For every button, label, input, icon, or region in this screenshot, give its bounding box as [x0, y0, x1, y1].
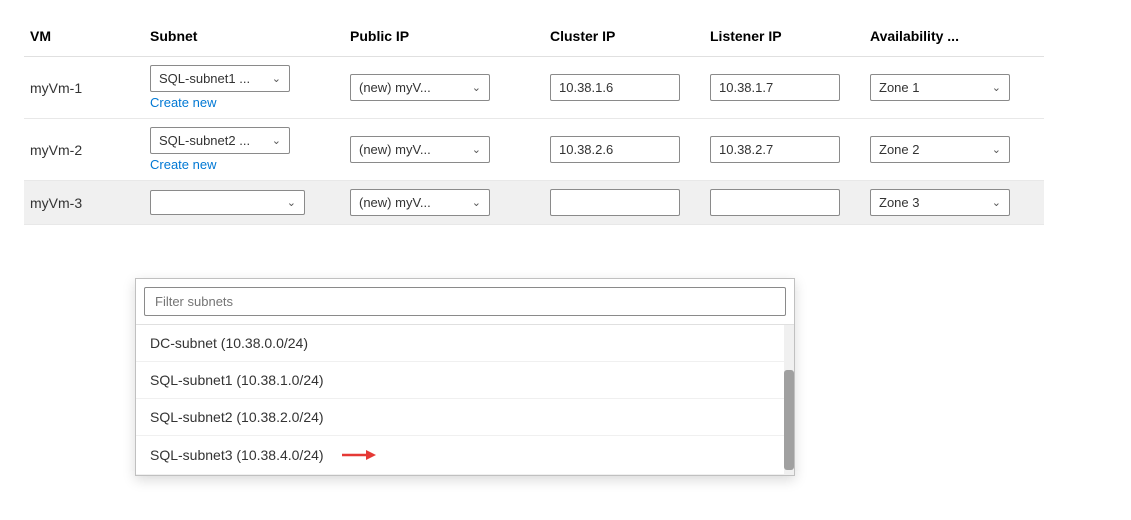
- chevron-down-icon: ⌄: [472, 81, 481, 94]
- col-listener-ip: Listener IP: [704, 20, 864, 57]
- scrollbar-track: [784, 325, 794, 475]
- vm-name-cell-2: myVm-2: [24, 119, 144, 181]
- availability-value-1: Zone 1: [879, 80, 919, 95]
- subnet-option-3[interactable]: SQL-subnet3 (10.38.4.0/24): [136, 436, 794, 475]
- subnet-dropdown-2[interactable]: SQL-subnet2 ... ⌄: [150, 127, 290, 154]
- cluster-ip-input-3[interactable]: [550, 189, 680, 216]
- chevron-down-icon: ⌄: [272, 72, 281, 85]
- public-ip-dropdown-1[interactable]: (new) myV... ⌄: [350, 74, 490, 101]
- availability-cell-1: Zone 1 ⌄: [864, 57, 1044, 119]
- cluster-ip-cell-1: [544, 57, 704, 119]
- subnet-cell-1: SQL-subnet1 ... ⌄ Create new: [144, 57, 344, 119]
- availability-cell-2: Zone 2 ⌄: [864, 119, 1044, 181]
- availability-value-3: Zone 3: [879, 195, 919, 210]
- filter-subnets-input[interactable]: [144, 287, 786, 316]
- create-new-link-2[interactable]: Create new: [150, 157, 290, 172]
- subnet-dropdown-1[interactable]: SQL-subnet1 ... ⌄: [150, 65, 290, 92]
- chevron-down-icon: ⌄: [992, 143, 1001, 156]
- subnet-wrap-2: SQL-subnet2 ... ⌄ Create new: [150, 127, 290, 172]
- vm-name-cell-1: myVm-1: [24, 57, 144, 119]
- availability-dropdown-1[interactable]: Zone 1 ⌄: [870, 74, 1010, 101]
- col-vm: VM: [24, 20, 144, 57]
- col-subnet: Subnet: [144, 20, 344, 57]
- table-header-row: VM Subnet Public IP Cluster IP Listener …: [24, 20, 1107, 57]
- availability-cell-3: Zone 3 ⌄: [864, 181, 1044, 225]
- subnet-option-0[interactable]: DC-subnet (10.38.0.0/24): [136, 325, 794, 362]
- listener-ip-input-1[interactable]: [710, 74, 840, 101]
- listener-ip-cell-1: [704, 57, 864, 119]
- subnet-dropdown-3[interactable]: ⌄: [150, 190, 305, 215]
- chevron-down-icon: ⌄: [287, 196, 296, 209]
- availability-dropdown-2[interactable]: Zone 2 ⌄: [870, 136, 1010, 163]
- listener-ip-cell-2: [704, 119, 864, 181]
- availability-dropdown-3[interactable]: Zone 3 ⌄: [870, 189, 1010, 216]
- public-ip-dropdown-2[interactable]: (new) myV... ⌄: [350, 136, 490, 163]
- listener-ip-cell-3: [704, 181, 864, 225]
- table-row-active: myVm-3 ⌄ (new) myV... ⌄ Zone 3 ⌄: [24, 181, 1107, 225]
- chevron-down-icon: ⌄: [272, 134, 281, 147]
- public-ip-dropdown-3[interactable]: (new) myV... ⌄: [350, 189, 490, 216]
- public-ip-cell-2: (new) myV... ⌄: [344, 119, 544, 181]
- cluster-ip-input-1[interactable]: [550, 74, 680, 101]
- chevron-down-icon: ⌄: [992, 196, 1001, 209]
- subnet-dropdown-overlay: DC-subnet (10.38.0.0/24) SQL-subnet1 (10…: [135, 278, 795, 476]
- scrollbar-thumb[interactable]: [784, 370, 794, 470]
- vm-configuration-table: VM Subnet Public IP Cluster IP Listener …: [0, 0, 1131, 520]
- chevron-down-icon: ⌄: [472, 143, 481, 156]
- chevron-down-icon: ⌄: [472, 196, 481, 209]
- public-ip-value-2: (new) myV...: [359, 142, 431, 157]
- public-ip-wrap-1: (new) myV... ⌄: [350, 74, 490, 101]
- subnet-value-1: SQL-subnet1 ...: [159, 71, 250, 86]
- public-ip-cell-3: (new) myV... ⌄: [344, 181, 544, 225]
- cluster-ip-cell-3: [544, 181, 704, 225]
- dropdown-list: DC-subnet (10.38.0.0/24) SQL-subnet1 (10…: [136, 325, 794, 475]
- vm-label-1: myVm-1: [30, 80, 82, 96]
- subnet-option-2[interactable]: SQL-subnet2 (10.38.2.0/24): [136, 399, 794, 436]
- vm-label-3: myVm-3: [30, 195, 82, 211]
- cluster-ip-input-2[interactable]: [550, 136, 680, 163]
- filter-wrap: [136, 279, 794, 325]
- subnet-cell-3: ⌄: [144, 181, 344, 225]
- public-ip-value-3: (new) myV...: [359, 195, 431, 210]
- table-row: myVm-2 SQL-subnet2 ... ⌄ Create new (new…: [24, 119, 1107, 181]
- col-availability: Availability ...: [864, 20, 1044, 57]
- subnet-option-1[interactable]: SQL-subnet1 (10.38.1.0/24): [136, 362, 794, 399]
- chevron-down-icon: ⌄: [992, 81, 1001, 94]
- vm-label-2: myVm-2: [30, 142, 82, 158]
- availability-value-2: Zone 2: [879, 142, 919, 157]
- subnet-cell-2: SQL-subnet2 ... ⌄ Create new: [144, 119, 344, 181]
- table-row: myVm-1 SQL-subnet1 ... ⌄ Create new (new…: [24, 57, 1107, 119]
- col-cluster-ip: Cluster IP: [544, 20, 704, 57]
- cluster-ip-cell-2: [544, 119, 704, 181]
- col-public-ip: Public IP: [344, 20, 544, 57]
- listener-ip-input-2[interactable]: [710, 136, 840, 163]
- public-ip-cell-1: (new) myV... ⌄: [344, 57, 544, 119]
- public-ip-value-1: (new) myV...: [359, 80, 431, 95]
- selection-arrow-icon: [342, 446, 378, 464]
- subnet-wrap-1: SQL-subnet1 ... ⌄ Create new: [150, 65, 290, 110]
- create-new-link-1[interactable]: Create new: [150, 95, 290, 110]
- vm-name-cell-3: myVm-3: [24, 181, 144, 225]
- subnet-value-2: SQL-subnet2 ...: [159, 133, 250, 148]
- listener-ip-input-3[interactable]: [710, 189, 840, 216]
